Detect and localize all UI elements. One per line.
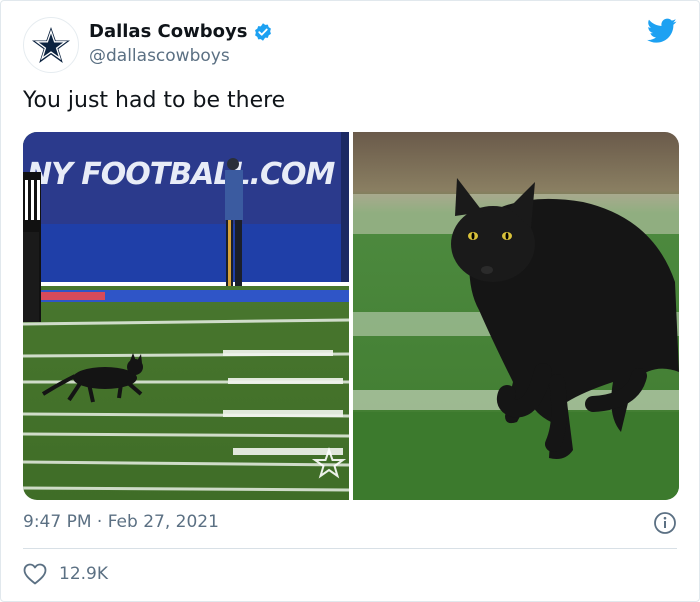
likes-count: 12.9K xyxy=(59,564,108,584)
photo-wide-shot[interactable]: NY FOOTBALL.COM xyxy=(23,132,349,500)
verified-badge-icon xyxy=(255,22,272,41)
author-name-row[interactable]: Dallas Cowboys xyxy=(89,21,273,42)
tweet-card: Dallas Cowboys @dallascowboys You just h… xyxy=(0,0,700,602)
star-logo-icon xyxy=(32,27,70,63)
referee-figure xyxy=(23,172,41,322)
photo-close-up[interactable] xyxy=(353,132,679,500)
twitter-bird-icon[interactable] xyxy=(647,18,677,44)
heart-icon xyxy=(23,563,47,585)
info-icon[interactable] xyxy=(653,511,677,535)
avatar[interactable] xyxy=(23,17,79,73)
tweet-timestamp[interactable]: 9:47 PM · Feb 27, 2021 xyxy=(23,512,219,532)
photo-wide-shot-image: NY FOOTBALL.COM xyxy=(23,132,349,500)
tweet-text: You just had to be there xyxy=(23,88,286,113)
author-display-name[interactable]: Dallas Cowboys xyxy=(89,21,247,42)
footer-divider xyxy=(23,548,677,549)
like-button[interactable]: 12.9K xyxy=(23,563,108,585)
media-grid: NY FOOTBALL.COM xyxy=(23,132,679,500)
author-handle[interactable]: @dallascowboys xyxy=(89,46,230,66)
banner-text: NY FOOTBALL.COM xyxy=(27,157,335,192)
photo-close-up-image xyxy=(353,132,679,500)
